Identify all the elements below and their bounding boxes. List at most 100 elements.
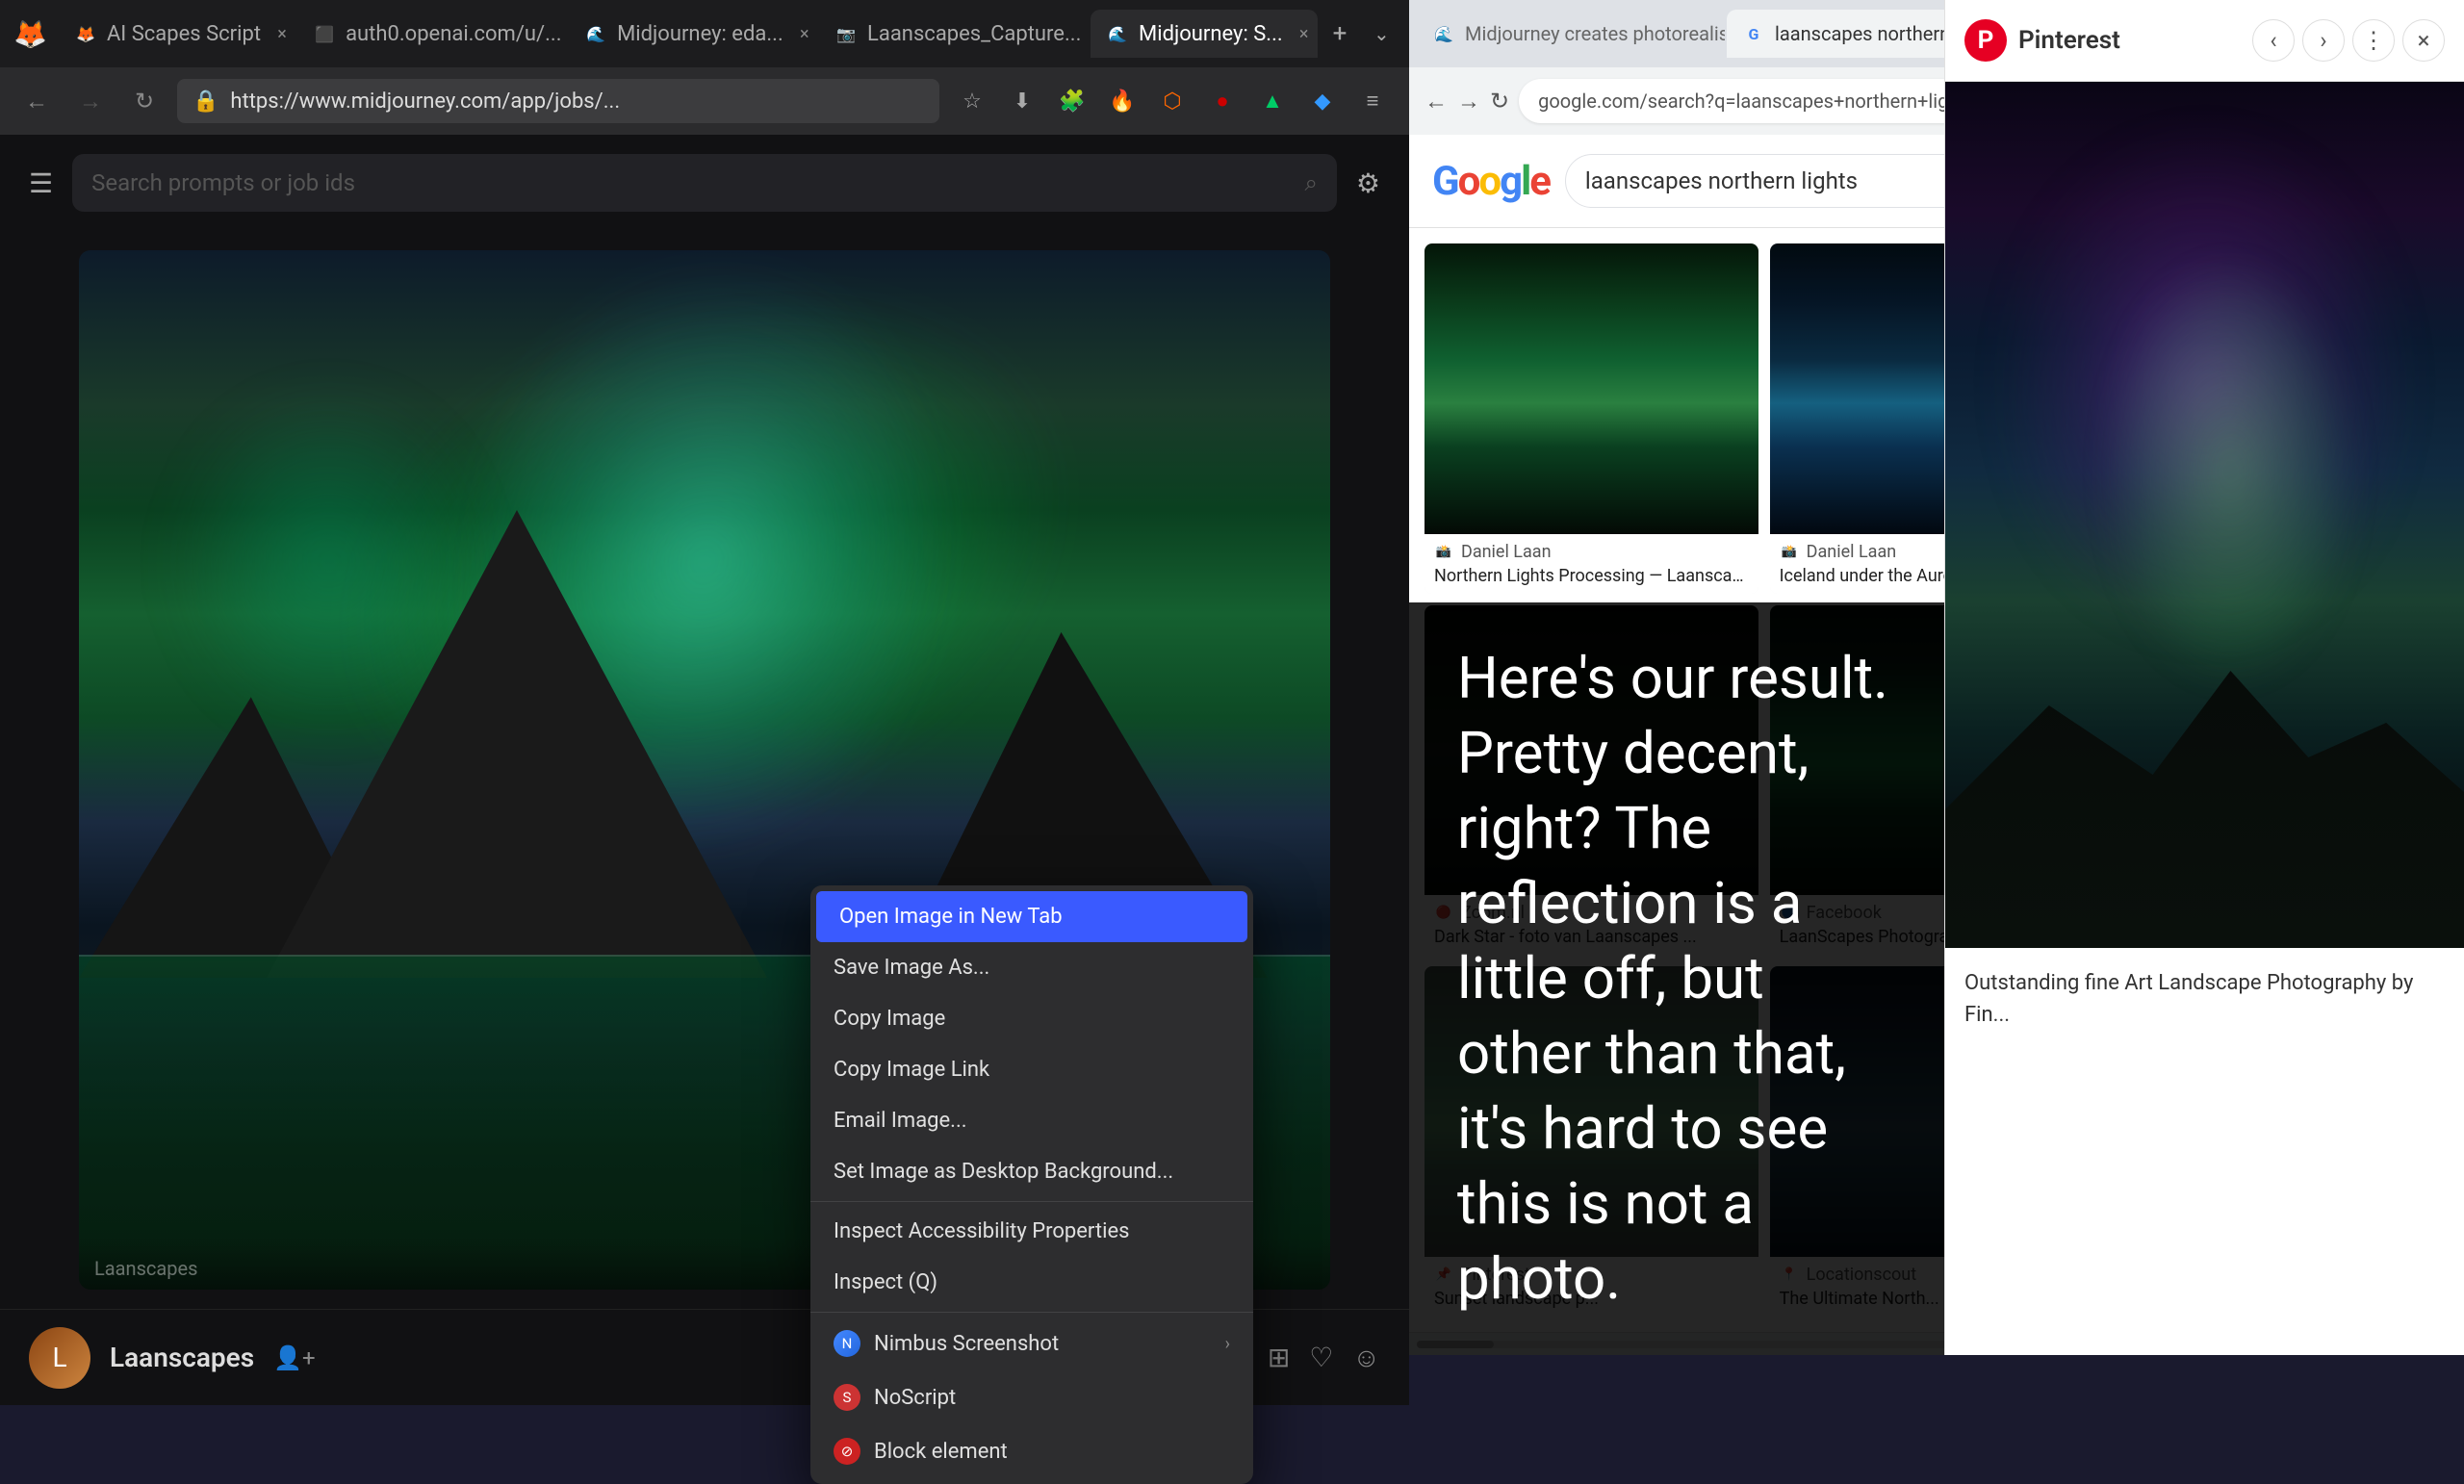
tab-mj-active[interactable]: 🌊 Midjourney: S... × bbox=[1091, 10, 1318, 58]
context-item-label-6: Inspect Accessibility Properties bbox=[834, 1219, 1130, 1243]
tab-favicon-mj-eda: 🌊 bbox=[584, 22, 607, 45]
extensions-icon[interactable]: 🧩 bbox=[1051, 80, 1093, 122]
google-thumb-0 bbox=[1424, 243, 1758, 534]
context-item-label-1: Save Image As... bbox=[834, 956, 989, 980]
mj-search-bar[interactable]: Search prompts or job ids ⌕ bbox=[72, 154, 1337, 212]
pinterest-nav-buttons: ‹ › ⋮ × bbox=[2252, 19, 2445, 62]
pinterest-preview-image[interactable] bbox=[1945, 82, 2464, 948]
left-address-bar[interactable]: 🔒 https://www.midjourney.com/app/jobs/..… bbox=[177, 79, 939, 123]
tab-label-mj-eda: Midjourney: eda... bbox=[617, 22, 783, 46]
tab-ai-scapes[interactable]: 🦊 AI Scapes Script × bbox=[59, 10, 295, 58]
addon-icon-4[interactable]: ▲ bbox=[1251, 80, 1294, 122]
pinterest-caption-area: Outstanding fine Art Landscape Photograp… bbox=[1945, 948, 2464, 1050]
google-image-info-0: 📸 Daniel Laan Northern Lights Processing… bbox=[1424, 534, 1758, 594]
forward-button[interactable]: → bbox=[69, 80, 112, 122]
pinterest-close-button[interactable]: × bbox=[2402, 19, 2445, 62]
left-toolbar-icons: ☆ ⬇ 🧩 🔥 ⬡ ● ▲ ◆ ≡ bbox=[951, 80, 1394, 122]
google-logo: Google bbox=[1432, 158, 1550, 205]
context-menu-item-inspect[interactable]: Inspect (Q) bbox=[810, 1257, 1253, 1308]
context-menu-item-desktop-bg[interactable]: Set Image as Desktop Background... bbox=[810, 1146, 1253, 1197]
emoji-button[interactable]: ☺ bbox=[1352, 1342, 1380, 1373]
mj-search-placeholder: Search prompts or job ids bbox=[91, 169, 355, 196]
context-menu-item-block[interactable]: ⊘ Block element bbox=[810, 1424, 1253, 1478]
tab-favicon-openai: ⬛ bbox=[313, 22, 336, 45]
source-name-0: Daniel Laan bbox=[1461, 542, 1552, 562]
google-tab-label-0: Midjourney creates photorealist... bbox=[1465, 22, 1725, 45]
left-tab-bar: 🦊 🦊 AI Scapes Script × ⬛ auth0.openai.co… bbox=[0, 0, 1409, 67]
google-back-button[interactable]: ← bbox=[1424, 80, 1448, 122]
tab-laanscapes-capture[interactable]: 📷 Laanscapes_Capture... × bbox=[819, 10, 1089, 58]
left-address-bar-row: ← → ↻ 🔒 https://www.midjourney.com/app/j… bbox=[0, 67, 1409, 135]
source-favicon-0: 📸 bbox=[1434, 542, 1453, 561]
noscript-icon: S bbox=[834, 1384, 860, 1411]
avatar-letter: L bbox=[52, 1342, 66, 1373]
mj-image-area: Laanscapes Open Image in New Tab Save Im… bbox=[0, 231, 1409, 1309]
addon-icon-1[interactable]: 🔥 bbox=[1101, 80, 1143, 122]
context-menu-item-email[interactable]: Email Image... bbox=[810, 1095, 1253, 1146]
tab-favicon-capture: 📷 bbox=[834, 22, 858, 45]
addon-icon-3[interactable]: ● bbox=[1201, 80, 1244, 122]
right-panel-wrapper: 🌊 Midjourney creates photorealist... × G… bbox=[1409, 0, 2464, 1355]
tab-close-ai[interactable]: × bbox=[270, 22, 294, 45]
left-panel: 🦊 🦊 AI Scapes Script × ⬛ auth0.openai.co… bbox=[0, 0, 1409, 1355]
tab-mj-eda[interactable]: 🌊 Midjourney: eda... × bbox=[569, 10, 817, 58]
mj-image-container: Laanscapes Open Image in New Tab Save Im… bbox=[79, 250, 1330, 1290]
block-icon: ⊘ bbox=[834, 1438, 860, 1465]
source-favicon-1: 📸 bbox=[1780, 542, 1799, 561]
nimbus-icon: N bbox=[834, 1330, 860, 1357]
username-label: Laanscapes bbox=[110, 1342, 254, 1373]
context-item-label-9: NoScript bbox=[874, 1386, 956, 1410]
heart-button[interactable]: ♡ bbox=[1309, 1342, 1333, 1373]
mj-menu-icon[interactable]: ☰ bbox=[29, 167, 53, 199]
google-refresh-button[interactable]: ↻ bbox=[1490, 80, 1509, 122]
context-item-label-3: Copy Image Link bbox=[834, 1058, 989, 1082]
context-menu-item-open-new-tab[interactable]: Open Image in New Tab bbox=[816, 891, 1247, 942]
midjourney-content: ☰ Search prompts or job ids ⌕ ⚙ Laansca bbox=[0, 135, 1409, 1405]
menu-button[interactable]: ≡ bbox=[1351, 80, 1394, 122]
user-add-icon[interactable]: 👤+ bbox=[273, 1344, 316, 1371]
mj-settings-icon[interactable]: ⚙ bbox=[1356, 167, 1380, 199]
tab-favicon-mj-photo: 🌊 bbox=[1432, 22, 1455, 45]
refresh-button[interactable]: ↻ bbox=[123, 80, 166, 122]
tab-label-ai: AI Scapes Script bbox=[107, 22, 261, 46]
context-item-label-2: Copy Image bbox=[834, 1007, 945, 1031]
pinterest-caption: Outstanding fine Art Landscape Photograp… bbox=[1964, 967, 2445, 1031]
context-menu-item-noscript[interactable]: S NoScript bbox=[810, 1370, 1253, 1424]
tab-list-button[interactable]: ⌄ bbox=[1362, 13, 1401, 55]
bookmark-icon[interactable]: ☆ bbox=[951, 80, 993, 122]
addon-icon-5[interactable]: ◆ bbox=[1301, 80, 1344, 122]
mj-search-icon: ⌕ bbox=[1304, 169, 1317, 196]
pinterest-title: Pinterest bbox=[2018, 26, 2120, 55]
left-browser-chrome: 🦊 🦊 AI Scapes Script × ⬛ auth0.openai.co… bbox=[0, 0, 1409, 135]
overlay-text-content: Here's our result. Pretty decent, right?… bbox=[1457, 641, 1896, 1317]
tab-openai[interactable]: ⬛ auth0.openai.com/u/... × bbox=[297, 10, 567, 58]
tab-close-mj-active[interactable]: × bbox=[1293, 22, 1316, 45]
firefox-icon: 🦊 bbox=[8, 10, 53, 58]
google-image-card-0[interactable]: 📸 Daniel Laan Northern Lights Processing… bbox=[1424, 243, 1758, 594]
tab-label-capture: Laanscapes_Capture... bbox=[867, 22, 1081, 46]
tab-close-mj-eda[interactable]: × bbox=[793, 22, 816, 45]
pinterest-prev-button[interactable]: ‹ bbox=[2252, 19, 2295, 62]
context-item-label-7: Inspect (Q) bbox=[834, 1270, 937, 1294]
pinterest-aurora-effect-2 bbox=[2101, 255, 2361, 688]
context-menu-item-nimbus[interactable]: N Nimbus Screenshot › bbox=[810, 1317, 1253, 1370]
addon-icon-2[interactable]: ⬡ bbox=[1151, 80, 1194, 122]
left-url-text: https://www.midjourney.com/app/jobs/... bbox=[230, 90, 620, 114]
download-icon[interactable]: ⬇ bbox=[1001, 80, 1043, 122]
context-menu-item-accessibility[interactable]: Inspect Accessibility Properties bbox=[810, 1206, 1253, 1257]
tab-label-openai: auth0.openai.com/u/... bbox=[346, 22, 561, 46]
pinterest-more-button[interactable]: ⋮ bbox=[2352, 19, 2395, 62]
context-menu-item-copy-image[interactable]: Copy Image bbox=[810, 993, 1253, 1044]
context-menu-item-save-as[interactable]: Save Image As... bbox=[810, 942, 1253, 993]
context-menu-item-copy-link[interactable]: Copy Image Link bbox=[810, 1044, 1253, 1095]
new-tab-button[interactable]: + bbox=[1320, 13, 1359, 55]
pinterest-next-button[interactable]: › bbox=[2302, 19, 2345, 62]
image-credit-label: Laanscapes bbox=[94, 1257, 197, 1280]
context-item-label-0: Open Image in New Tab bbox=[839, 905, 1063, 929]
google-tab-mj-photorealist[interactable]: 🌊 Midjourney creates photorealist... × bbox=[1417, 10, 1725, 58]
back-button[interactable]: ← bbox=[15, 80, 58, 122]
google-forward-button[interactable]: → bbox=[1457, 80, 1480, 122]
context-item-label-10: Block element bbox=[874, 1440, 1008, 1464]
tab-favicon-mj-active: 🌊 bbox=[1106, 22, 1129, 45]
grid-view-button[interactable]: ⊞ bbox=[1268, 1342, 1290, 1373]
